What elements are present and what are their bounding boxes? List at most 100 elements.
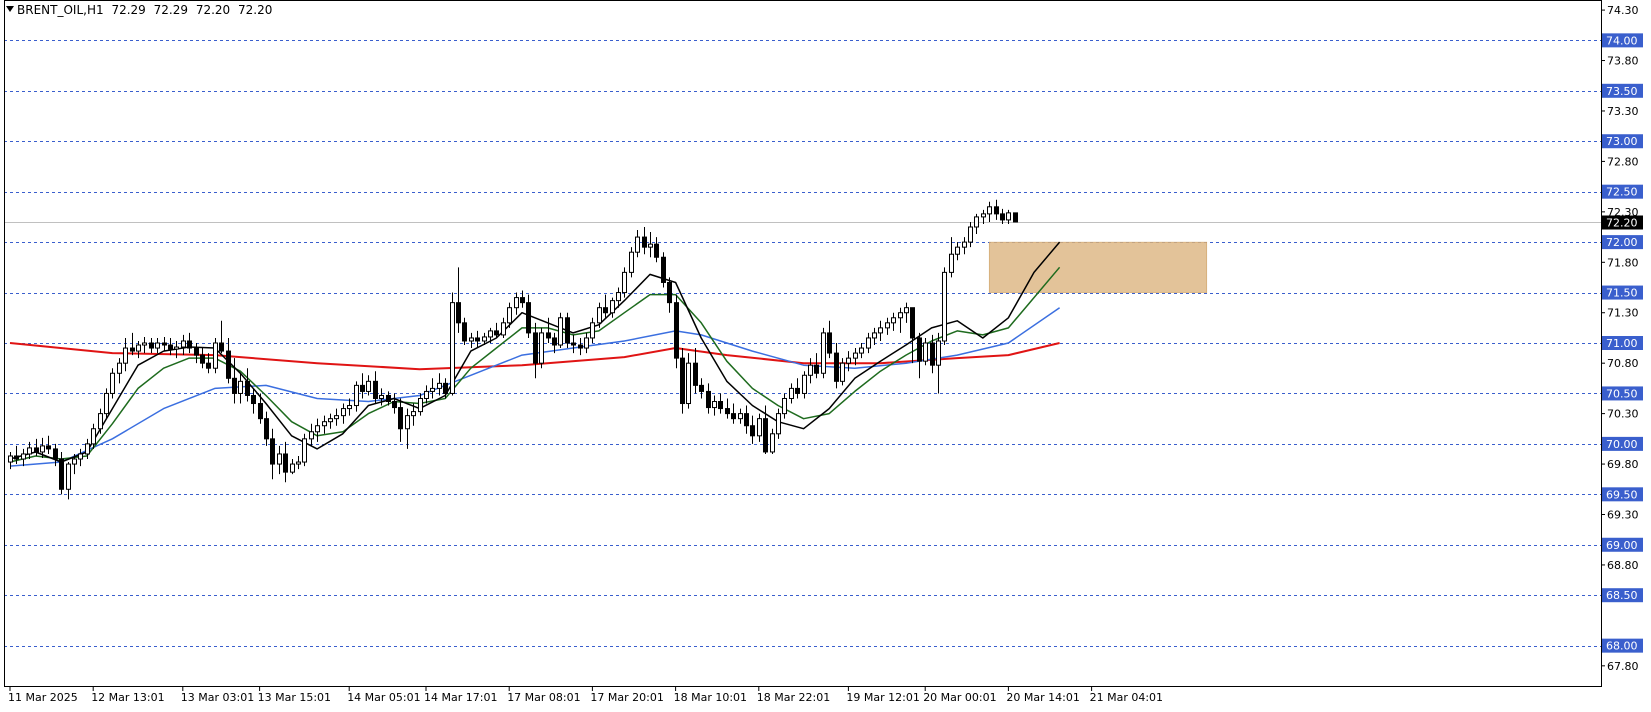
candle-body-bull <box>622 271 627 294</box>
candle-body-bear <box>1013 212 1018 223</box>
candle-body-bull <box>136 344 141 352</box>
x-tick-label: 20 Mar 14:01 <box>1006 691 1079 704</box>
candle-body-bear <box>1000 213 1005 221</box>
candle-body-bear <box>494 330 499 336</box>
candle <box>565 312 570 349</box>
candle-body-bear <box>827 332 832 354</box>
candle-body-bear <box>149 342 154 349</box>
candle-body-bull <box>539 332 544 364</box>
candle-body-bull <box>238 380 243 394</box>
candle-body-bull <box>85 443 90 455</box>
candle-body-bear <box>14 455 19 460</box>
level-label: 74.00 <box>1606 34 1638 47</box>
candle-body-bull <box>878 327 883 334</box>
level-label: 69.50 <box>1606 488 1638 501</box>
candle-body-bear <box>392 401 397 409</box>
candle <box>821 327 826 379</box>
candle-body-bear <box>642 236 647 248</box>
x-tick-label: 18 Mar 22:01 <box>757 691 830 704</box>
candle-body-bull <box>40 445 45 453</box>
dropdown-triangle-icon[interactable] <box>6 6 14 12</box>
candle-body-bull <box>891 317 896 324</box>
candle-body-bull <box>898 312 903 319</box>
candle-body-bull <box>616 292 621 302</box>
candle-body-bear <box>200 354 205 364</box>
candle-body-bull <box>949 253 954 273</box>
candle-body-bull <box>597 307 602 324</box>
candle <box>302 433 307 467</box>
level-label: 73.50 <box>1606 85 1638 98</box>
candle-body-bull <box>936 340 941 366</box>
current-price-label: 72.20 <box>1606 217 1638 230</box>
candle-body-bull <box>776 413 781 435</box>
candle-body-bear <box>206 362 211 369</box>
x-tick-label: 12 Mar 13:01 <box>91 691 164 704</box>
candle-body-bear <box>725 408 730 415</box>
candle-body-bull <box>482 336 487 342</box>
candle <box>942 267 947 346</box>
level-label: 72.00 <box>1606 236 1638 249</box>
candle <box>539 327 544 369</box>
candle-body-bull <box>974 216 979 228</box>
chart-svg[interactable]: 74.3073.8073.3072.8072.3071.8071.3070.80… <box>0 0 1651 708</box>
candle-body-bull <box>872 332 877 339</box>
candle-body-bull <box>181 340 186 348</box>
candle-body-bull <box>610 300 615 314</box>
candle-body-bear <box>693 362 698 386</box>
candle-body-bear <box>661 256 666 283</box>
candle-body-bull <box>347 405 352 410</box>
chart-area[interactable]: 74.30 73.80 73.30 72.80 72.30 71.80 71.30 70.80… <box>0 0 1651 708</box>
candle-body-bull <box>885 322 890 329</box>
candle-body-bull <box>418 397 423 413</box>
candle <box>1013 212 1018 223</box>
candle <box>674 294 679 369</box>
candle-body-bull <box>635 236 640 253</box>
candle-body-bear <box>546 332 551 339</box>
candle-body-bear <box>667 281 672 304</box>
candle-body-bull <box>821 332 826 374</box>
candle-body-bear <box>718 401 723 410</box>
candle-body-bear <box>53 448 58 460</box>
candle-body-bull <box>334 415 339 420</box>
candle-body-bear <box>219 342 224 352</box>
candle-body-bull <box>501 322 506 336</box>
close-value: 72.20 <box>238 3 273 17</box>
candle-body-bull <box>962 241 967 248</box>
candle-body-bull <box>117 362 122 374</box>
level-label: 71.00 <box>1606 337 1638 350</box>
candle-body-bull <box>98 413 103 430</box>
candle-body-bull <box>411 411 416 417</box>
candle-body-bear <box>475 337 480 342</box>
candle-body-bear <box>194 347 199 356</box>
candle-body-bear <box>270 438 275 465</box>
candle-body-bull <box>712 401 717 409</box>
candle-body-bull <box>328 418 333 423</box>
candle-body-bull <box>923 342 928 362</box>
candle-body-bear <box>565 317 570 344</box>
x-tick-label: 19 Mar 12:01 <box>846 691 919 704</box>
candle-body-bear <box>456 302 461 324</box>
candle-body-bull <box>514 297 519 309</box>
level-label: 69.00 <box>1606 539 1638 552</box>
support-zone <box>988 241 1208 293</box>
candle-body-bear <box>443 382 448 394</box>
candle <box>558 312 563 349</box>
candle-body-bull <box>174 346 179 350</box>
candle-body-bear <box>731 413 736 420</box>
candle-body-bull <box>584 337 589 349</box>
candle-body-bull <box>507 307 512 324</box>
candle-body-bull <box>558 317 563 346</box>
high-value: 72.29 <box>153 3 188 17</box>
candle-body-bear <box>162 342 167 346</box>
candle-body-bear <box>46 445 51 450</box>
candle-body-bear <box>680 357 685 405</box>
candle-body-bull <box>942 271 947 342</box>
candle-body-bear <box>232 377 237 394</box>
level-label: 70.00 <box>1606 438 1638 451</box>
candle-body-bear <box>917 337 922 362</box>
y-tick-label: 72.80 <box>1607 155 1639 168</box>
y-tick-label: 70.30 <box>1607 408 1639 421</box>
candle-body-bear <box>571 342 576 346</box>
x-tick-label: 14 Mar 17:01 <box>424 691 497 704</box>
candle-body-bull <box>366 380 371 392</box>
